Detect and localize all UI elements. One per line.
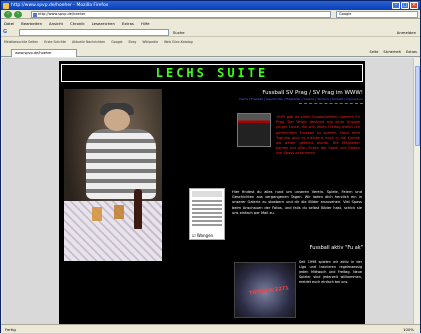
thumbnail-photo[interactable]: TRIRSEN 2271 (234, 262, 296, 318)
status-bar: Fertig 100% (1, 324, 420, 333)
heading-fussball-aktiv: Fussball aktiv "Fu ak" (309, 245, 363, 251)
menu-datei[interactable]: Datei (4, 20, 14, 27)
search-engine-label: Google (339, 12, 352, 16)
photo-bottle (134, 189, 142, 229)
web-page: LECHS SUITE Fussball SV Prag / SV Prag i… (59, 61, 365, 324)
doc-line (192, 208, 222, 210)
favorite-item[interactable]: Aktuelle Nachrichten (72, 38, 105, 46)
close-button[interactable]: × (410, 2, 418, 9)
google-search-input[interactable] (19, 29, 169, 36)
firefox-icon (3, 2, 9, 9)
photo-person (86, 129, 156, 199)
google-logo-icon: G (3, 29, 8, 35)
favorite-item[interactable]: Google (111, 38, 122, 46)
photo-head (104, 109, 130, 131)
back-button[interactable]: ‹ (4, 11, 12, 18)
page-icon (33, 13, 37, 17)
banner-title: LECHS SUITE (62, 65, 362, 81)
thumbnail-document[interactable]: ☑ Wangen (189, 188, 225, 240)
red-text-block: 1995 gab es einen Fussballverein namens … (276, 115, 360, 156)
doc-line (192, 216, 222, 218)
menu-chronik[interactable]: Chronik (70, 20, 85, 27)
white-text-block: Hier findest du alles rund um unseren Ve… (232, 190, 362, 215)
window-title: http://www.spvp.de/hoeher - Mozilla Fire… (11, 3, 109, 8)
search-engine-box[interactable]: Google (336, 11, 418, 18)
doc-line (192, 204, 222, 206)
favorite-item[interactable]: Meistbesuchte Seiten (4, 38, 38, 46)
url-text: http://www.spvp.de/hoeher (38, 12, 86, 16)
status-text: Fertig (5, 327, 16, 332)
white-text-block-2: Seit 1998 spielen wir aktiv in der Liga … (299, 260, 362, 284)
doc-line (192, 212, 222, 214)
menu-extras[interactable]: Extras (122, 20, 134, 27)
favorite-item[interactable]: Wikipedia (142, 38, 158, 46)
tab-bar: www.spvp.de/hoeher Seite Sicherheit Extr… (1, 47, 420, 57)
divider (299, 103, 363, 105)
doc-line (192, 224, 222, 226)
doc-line (192, 200, 222, 202)
favorite-item[interactable]: Erste Schritte (44, 38, 66, 46)
minimize-button[interactable]: – (392, 2, 400, 9)
site-banner: LECHS SUITE (61, 64, 363, 82)
tab-tools: Seite Sicherheit Extras (369, 49, 417, 56)
tool-extras[interactable]: Extras (406, 49, 417, 56)
search-toolbar: G Suche Anmelden (1, 28, 420, 37)
doc-line (192, 220, 222, 222)
photo-caption: TRIRSEN 2271 (248, 285, 290, 297)
menu-ansicht[interactable]: Ansicht (49, 20, 63, 27)
favorite-item[interactable]: Web Slice-Katalog (164, 38, 193, 46)
tool-sicherheit[interactable]: Sicherheit (383, 49, 401, 56)
content-area: LECHS SUITE Fussball SV Prag / SV Prag i… (2, 58, 419, 324)
url-input[interactable]: http://www.spvp.de/hoeher (31, 11, 331, 18)
checkbox-wangen[interactable]: ☑ Wangen (192, 233, 224, 238)
main-photo[interactable] (64, 89, 162, 261)
favorite-item[interactable]: Ebay (129, 38, 137, 46)
nav-links[interactable]: Home | Fussball | Geschichte | Mitgliede… (227, 97, 363, 101)
window-controls: – □ × (392, 2, 418, 9)
address-bar: ‹ › http://www.spvp.de/hoeher Google (1, 10, 420, 19)
tab-current[interactable]: www.spvp.de/hoeher (11, 49, 77, 57)
maximize-button[interactable]: □ (401, 2, 409, 9)
checkbox-label: Wangen (196, 233, 214, 238)
heading-fussball: Fussball SV Prag / SV Prag im WWW! (262, 90, 363, 96)
browser-window: http://www.spvp.de/hoeher - Mozilla Fire… (0, 0, 421, 333)
login-link[interactable]: Anmelden (397, 29, 416, 36)
menu-hilfe[interactable]: Hilfe (141, 20, 150, 27)
photo-table (64, 201, 162, 261)
favorites-bar: Meistbesuchte Seiten Erste Schritte Aktu… (1, 38, 420, 46)
doc-header (192, 191, 222, 197)
menu-bar: Datei Bearbeiten Ansicht Chronik Lesezei… (1, 20, 420, 27)
forward-button[interactable]: › (14, 11, 22, 18)
vertical-scrollbar[interactable] (413, 58, 420, 324)
tool-seite[interactable]: Seite (369, 49, 378, 56)
search-button[interactable]: Suche (173, 29, 185, 36)
photo-glass (114, 205, 124, 219)
scroll-thumb[interactable] (415, 66, 420, 146)
title-bar: http://www.spvp.de/hoeher - Mozilla Fire… (1, 1, 420, 10)
menu-lesezeichen[interactable]: Lesezeichen (92, 20, 115, 27)
thumbnail-image[interactable] (237, 113, 271, 147)
menu-bearbeiten[interactable]: Bearbeiten (21, 20, 42, 27)
photo-glass (92, 207, 102, 221)
